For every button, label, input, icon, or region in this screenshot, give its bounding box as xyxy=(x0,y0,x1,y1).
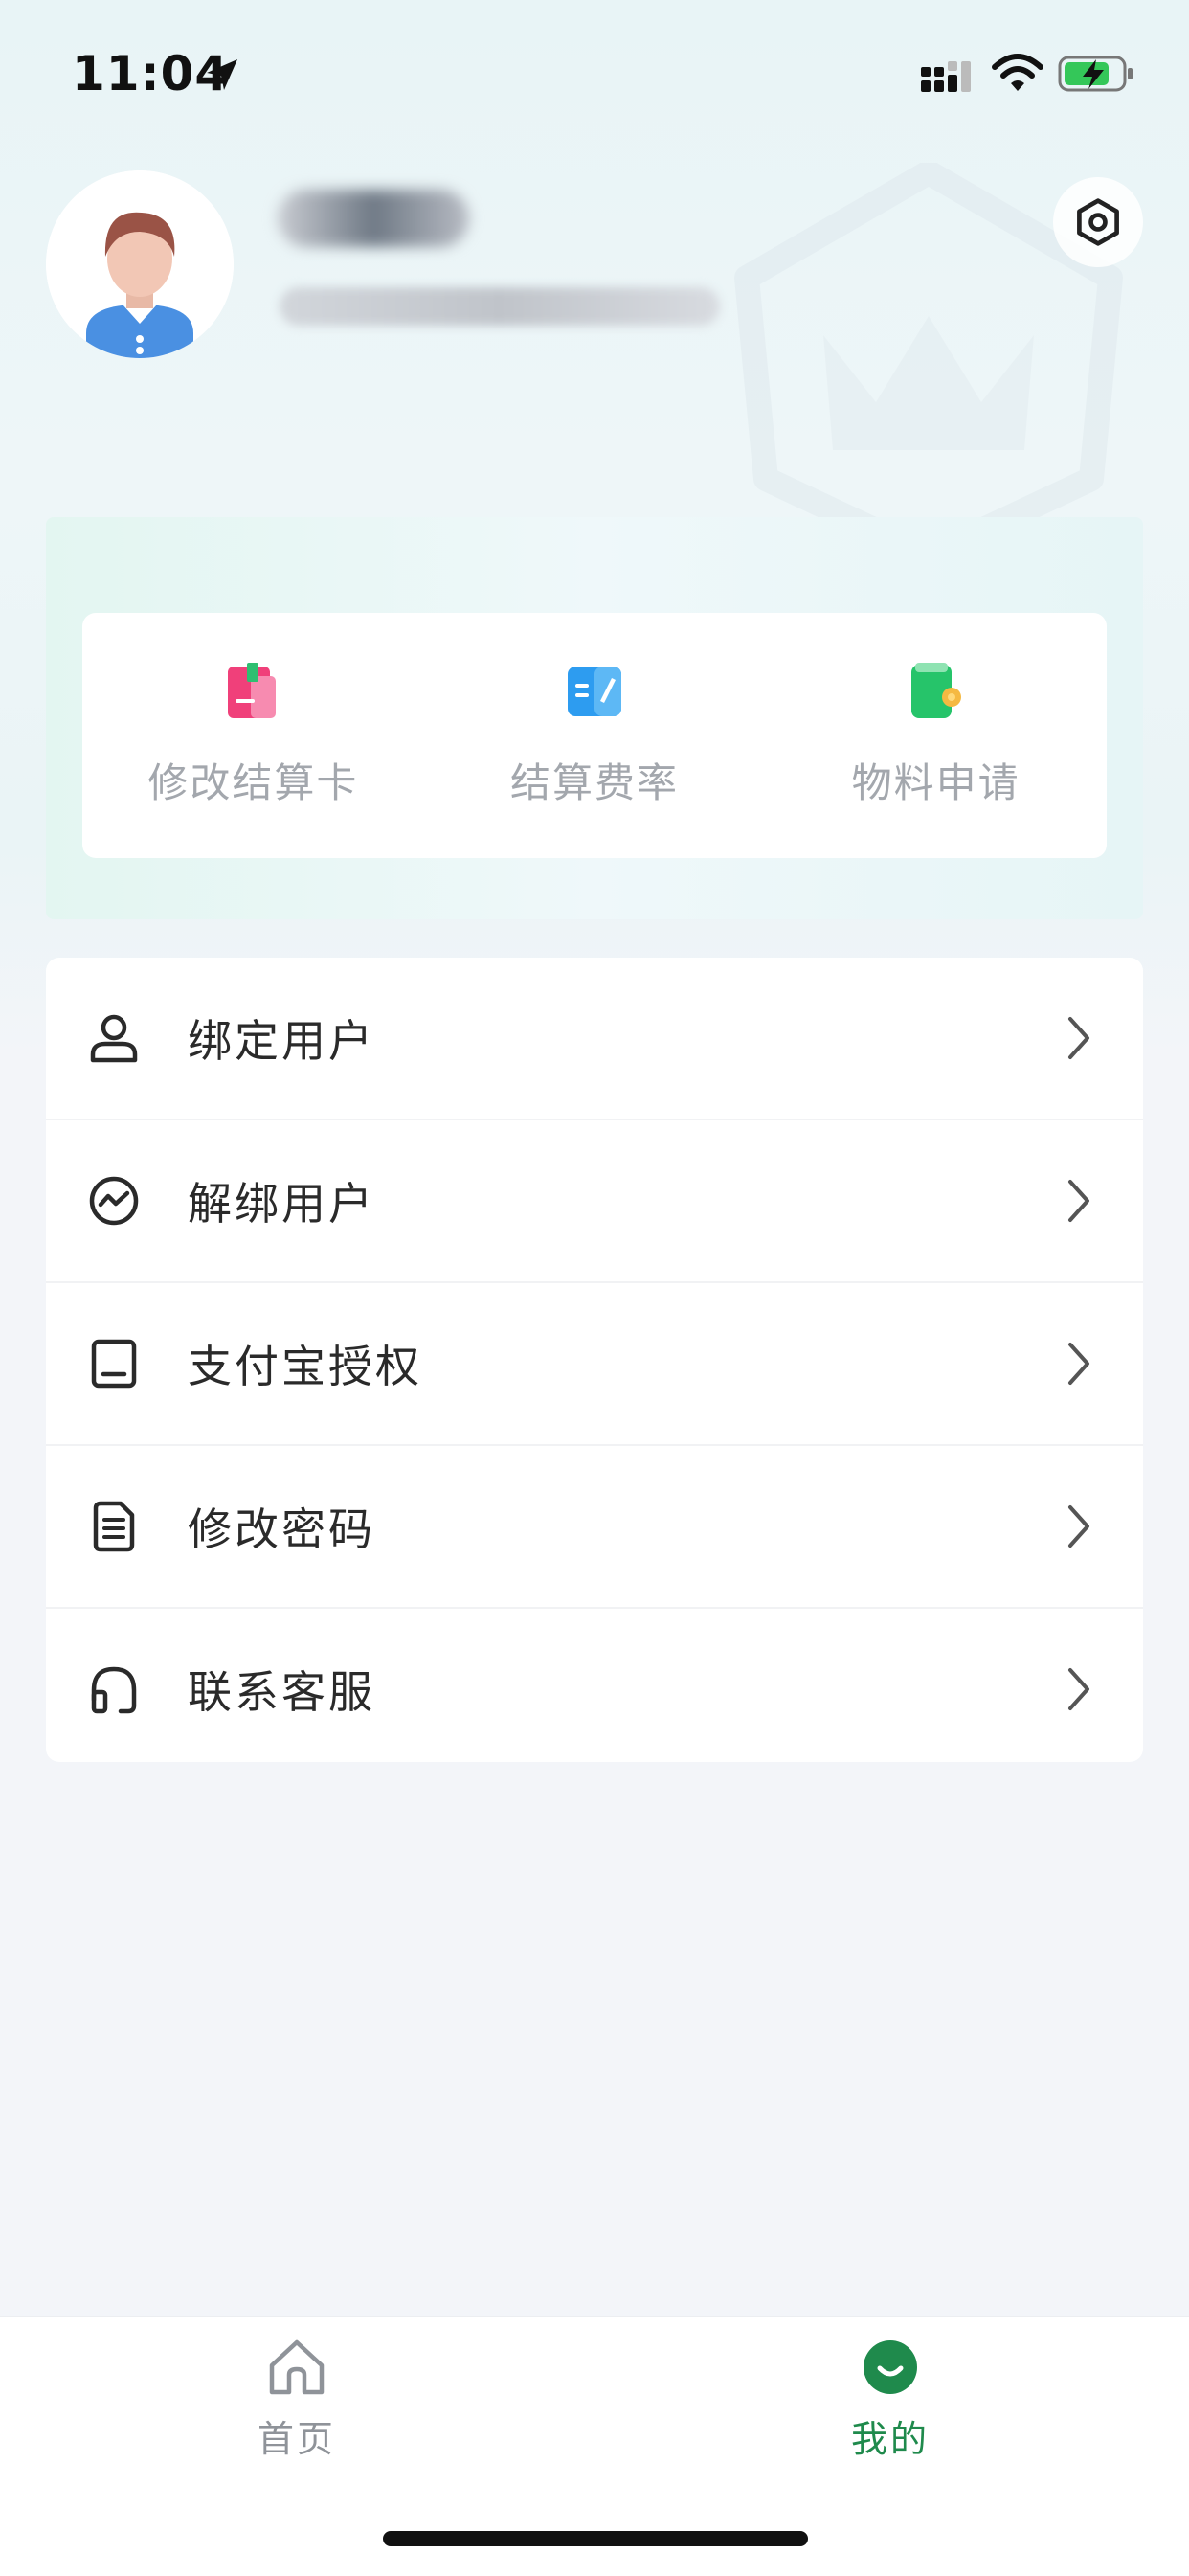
wallet-icon xyxy=(910,663,961,718)
cellular-signal-icon xyxy=(921,61,971,92)
wifi-icon xyxy=(992,54,1043,91)
menu-item-label: 修改密码 xyxy=(188,1503,375,1555)
card-edit-icon xyxy=(228,663,277,718)
username-redacted xyxy=(278,190,469,247)
menu-item-label: 支付宝授权 xyxy=(188,1341,422,1392)
rate-book-icon xyxy=(568,667,621,716)
tab-label: 我的 xyxy=(850,2418,930,2460)
location-arrow-icon xyxy=(207,59,237,90)
home-indicator[interactable] xyxy=(383,2531,808,2546)
quick-action-label: 物料申请 xyxy=(851,759,1021,806)
chevron-right-icon xyxy=(1068,1180,1089,1222)
menu-item-contact-support[interactable]: 联系客服 xyxy=(46,1609,1143,1770)
chevron-right-icon xyxy=(1068,1505,1089,1548)
quick-action-label: 结算费率 xyxy=(510,759,680,806)
menu-item-label: 联系客服 xyxy=(188,1666,375,1718)
status-bar: 11:04 xyxy=(0,0,1189,144)
settings-icon xyxy=(1077,198,1119,246)
menu-item-alipay-auth[interactable]: 支付宝授权 xyxy=(46,1283,1143,1446)
menu-item-label: 解绑用户 xyxy=(188,1178,375,1230)
tablet-icon xyxy=(91,1339,137,1389)
trend-circle-icon xyxy=(89,1176,139,1226)
user-avatar-icon xyxy=(46,170,234,358)
quick-action-material-request[interactable]: 物料申请 xyxy=(765,613,1107,858)
menu-item-bind-user[interactable]: 绑定用户 xyxy=(46,958,1143,1120)
tab-label: 首页 xyxy=(257,2418,336,2460)
avatar[interactable] xyxy=(46,170,234,358)
menu-item-unbind-user[interactable]: 解绑用户 xyxy=(46,1120,1143,1283)
settings-button[interactable] xyxy=(1053,177,1143,267)
tab-home[interactable]: 首页 xyxy=(182,2337,412,2462)
chevron-right-icon xyxy=(1068,1343,1089,1385)
mine-smile-icon xyxy=(864,2340,917,2394)
chevron-right-icon xyxy=(1068,1668,1089,1710)
user-icon xyxy=(90,1014,138,1063)
menu-list: 绑定用户 解绑用户 支付宝授权 修改密码 联系客服 xyxy=(46,958,1143,1762)
quick-actions-card: 修改结算卡 结算费率 物料申请 xyxy=(82,613,1107,858)
headset-icon xyxy=(91,1666,137,1714)
quick-action-settlement-rate[interactable]: 结算费率 xyxy=(424,613,766,858)
home-icon xyxy=(269,2339,325,2395)
quick-action-edit-card[interactable]: 修改结算卡 xyxy=(82,613,424,858)
menu-item-change-password[interactable]: 修改密码 xyxy=(46,1446,1143,1609)
quick-action-label: 修改结算卡 xyxy=(147,759,359,806)
chevron-right-icon xyxy=(1068,1017,1089,1059)
menu-item-label: 绑定用户 xyxy=(188,1015,375,1067)
phone-redacted xyxy=(280,287,720,326)
tab-mine[interactable]: 我的 xyxy=(775,2337,1005,2462)
document-icon xyxy=(93,1501,135,1552)
battery-charging-icon xyxy=(1058,56,1133,92)
